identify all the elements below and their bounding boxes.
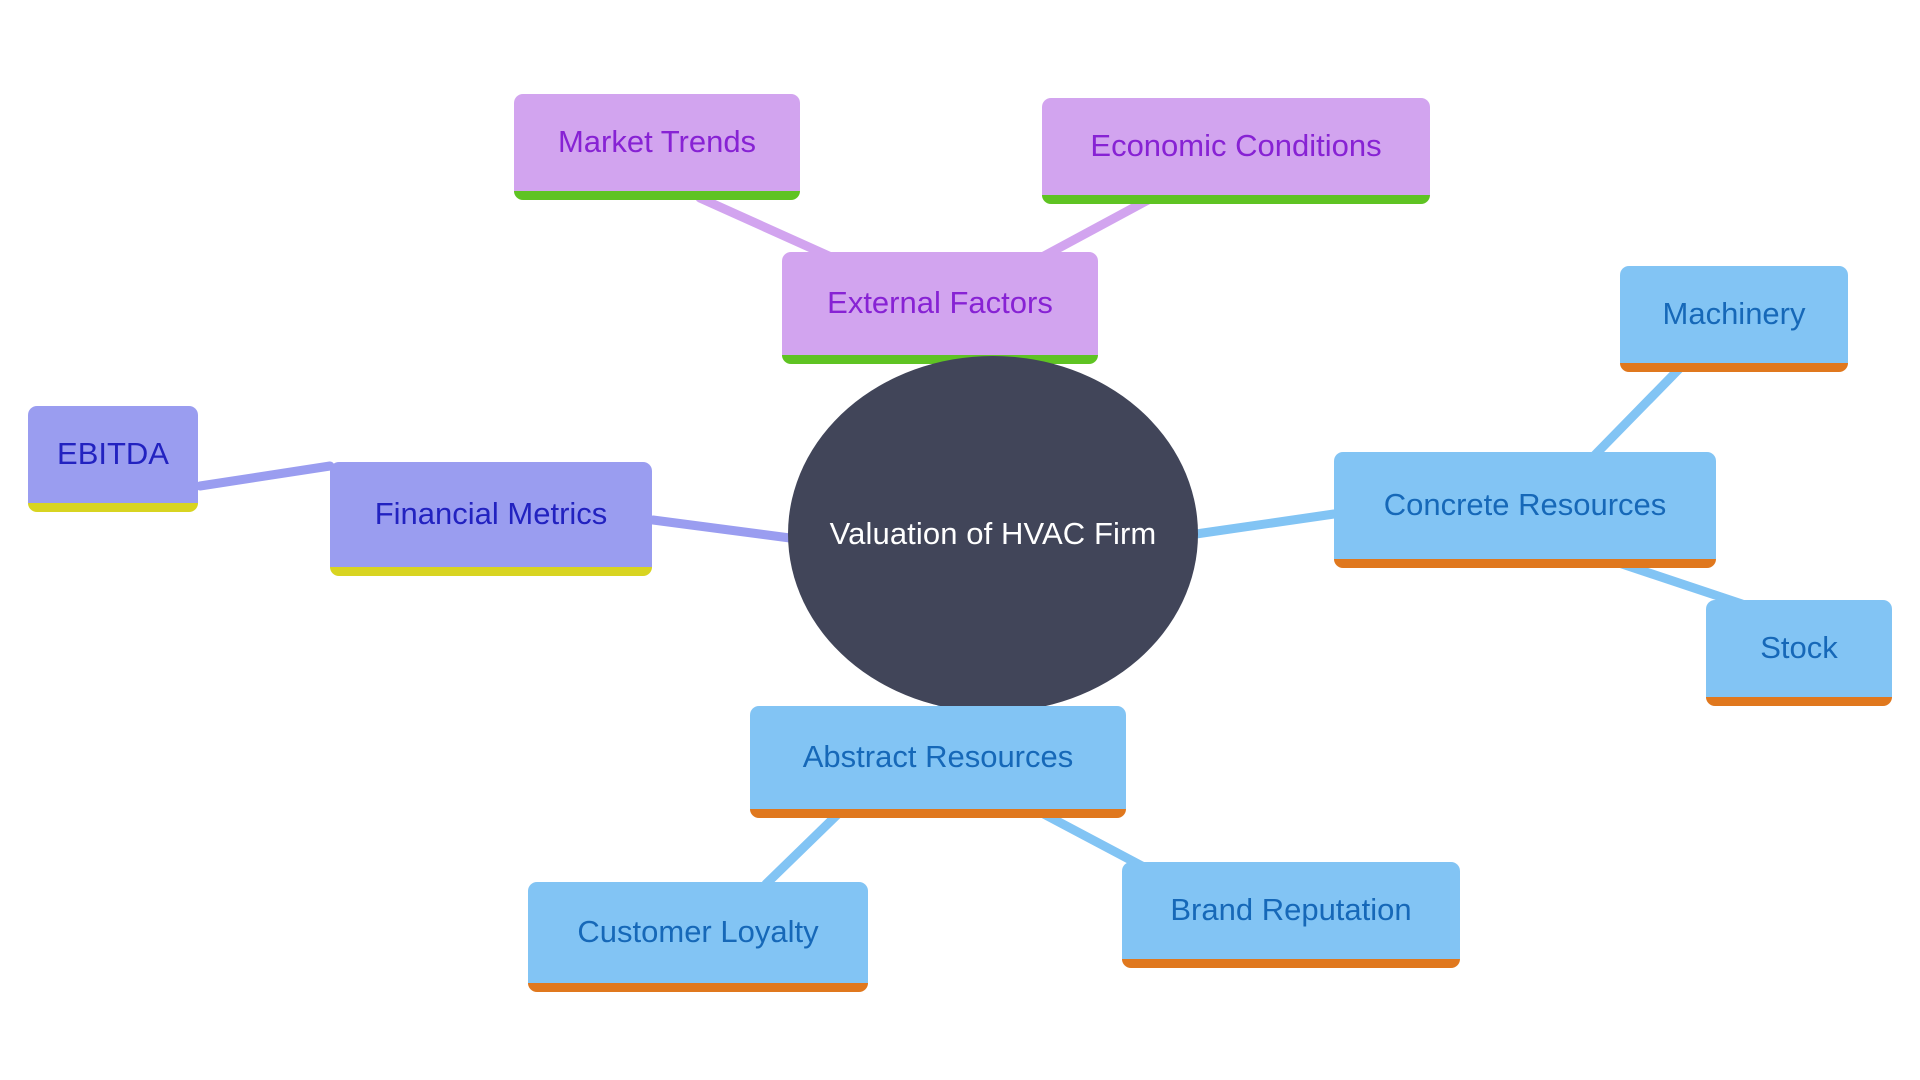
node-root[interactable]: Valuation of HVAC Firm	[788, 356, 1198, 712]
node-market-trends[interactable]: Market Trends	[514, 94, 800, 200]
node-ebitda-label: EBITDA	[57, 436, 169, 472]
node-machinery-label: Machinery	[1662, 296, 1806, 332]
edge-financial-metrics-ebitda	[195, 461, 335, 491]
node-financial-metrics[interactable]: Financial Metrics	[330, 462, 652, 576]
node-customer-loyalty[interactable]: Customer Loyalty	[528, 882, 868, 992]
node-economic-conditions-label: Economic Conditions	[1090, 128, 1382, 164]
node-machinery[interactable]: Machinery	[1620, 266, 1848, 372]
node-root-label: Valuation of HVAC Firm	[829, 515, 1157, 551]
node-abstract-resources[interactable]: Abstract Resources	[750, 706, 1126, 818]
node-external-factors-label: External Factors	[827, 285, 1053, 321]
node-financial-metrics-label: Financial Metrics	[374, 496, 608, 532]
node-economic-conditions[interactable]: Economic Conditions	[1042, 98, 1430, 204]
edge-abstract-resources-customer-loyalty	[761, 807, 845, 889]
mindmap-canvas: Market Trends Economic Conditions Extern…	[0, 0, 1920, 1080]
edge-root-concrete-resources	[1191, 509, 1339, 539]
node-brand-reputation-label: Brand Reputation	[1170, 892, 1412, 928]
edge-root-financial-metrics	[648, 515, 795, 543]
edge-abstract-resources-brand-reputation	[1035, 807, 1147, 871]
node-customer-loyalty-label: Customer Loyalty	[577, 914, 819, 950]
node-concrete-resources-label: Concrete Resources	[1383, 487, 1667, 523]
node-concrete-resources[interactable]: Concrete Resources	[1334, 452, 1716, 568]
edge-concrete-resources-machinery	[1585, 363, 1685, 465]
node-stock-label: Stock	[1760, 630, 1838, 666]
node-brand-reputation[interactable]: Brand Reputation	[1122, 862, 1460, 968]
node-market-trends-label: Market Trends	[557, 124, 757, 160]
node-abstract-resources-label: Abstract Resources	[802, 739, 1074, 775]
node-stock[interactable]: Stock	[1706, 600, 1892, 706]
node-ebitda[interactable]: EBITDA	[28, 406, 198, 512]
node-external-factors[interactable]: External Factors	[782, 252, 1098, 364]
